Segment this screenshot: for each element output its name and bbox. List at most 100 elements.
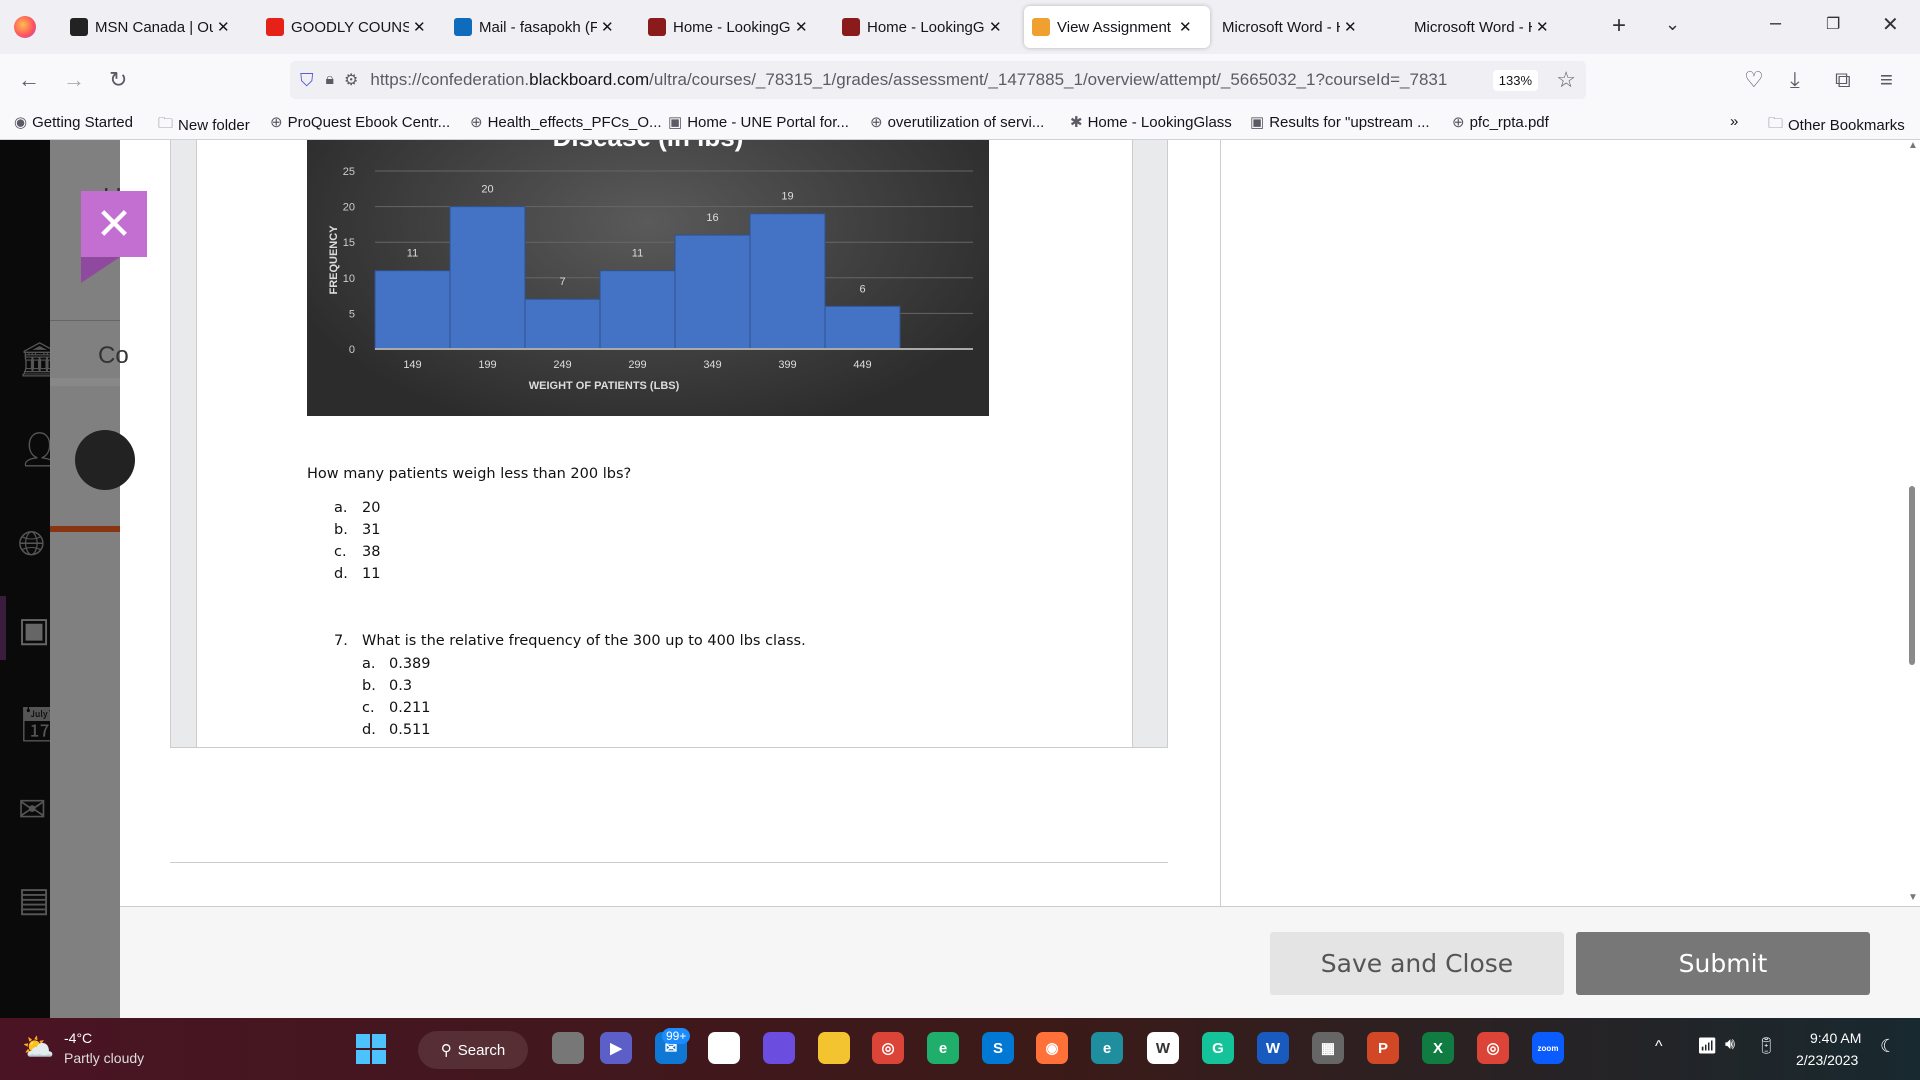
more-bookmarks-chevron-icon[interactable]: »: [1730, 113, 1738, 130]
extensions-icon[interactable]: ⧉: [1835, 67, 1851, 93]
tab-1[interactable]: MSN Canada | Out ✕: [62, 6, 250, 48]
tab-close-icon[interactable]: ✕: [217, 18, 230, 36]
bookmark-item[interactable]: 🗀 New folder: [158, 113, 250, 138]
tab-close-icon[interactable]: ✕: [1344, 18, 1357, 36]
pocket-icon[interactable]: ♡: [1744, 67, 1764, 93]
url-text[interactable]: https://confederation.blackboard.com/ult…: [370, 70, 1447, 90]
chrome-icon[interactable]: ◎: [872, 1032, 904, 1064]
bookmark-item[interactable]: ◉ Getting Started: [14, 113, 133, 132]
option-value: 31: [362, 522, 381, 538]
close-panel-button[interactable]: ✕: [81, 191, 147, 257]
bookmark-item[interactable]: ⊕ ProQuest Ebook Centr...: [270, 113, 450, 132]
wifi-icon[interactable]: 📶︎: [1697, 1036, 1717, 1056]
clock-time[interactable]: 9:40 AM: [1810, 1030, 1861, 1046]
w-app-icon[interactable]: W: [1147, 1032, 1179, 1064]
submit-button[interactable]: Submit: [1576, 932, 1870, 995]
calculator-icon[interactable]: ▦: [1312, 1032, 1344, 1064]
notifications-moon-icon[interactable]: ☾: [1880, 1036, 1896, 1057]
option-letter: b.: [334, 522, 348, 538]
grades-icon[interactable]: ▤: [18, 880, 50, 920]
menu-icon[interactable]: ≡: [1880, 67, 1893, 93]
copilot-icon[interactable]: [763, 1032, 795, 1064]
volume-icon[interactable]: 🔊︎: [1725, 1036, 1735, 1054]
tab-title: MSN Canada | Out: [95, 18, 213, 36]
tab-close-icon[interactable]: ✕: [989, 18, 1002, 36]
word-icon[interactable]: W: [1257, 1032, 1289, 1064]
bookmark-item[interactable]: ⊕ pfc_rpta.pdf: [1452, 113, 1549, 132]
tab-close-icon[interactable]: ✕: [795, 18, 808, 36]
calendar-icon[interactable]: 📅︎: [18, 705, 50, 745]
firefox-icon[interactable]: [14, 16, 36, 38]
forward-icon[interactable]: →: [63, 67, 85, 93]
save-and-close-button[interactable]: Save and Close: [1270, 932, 1564, 995]
tab-5[interactable]: Home - LookingGl ✕: [834, 6, 1022, 48]
store-icon[interactable]: [708, 1032, 740, 1064]
edge-profile-icon[interactable]: e: [1091, 1032, 1123, 1064]
permissions-icon[interactable]: ⚙: [344, 70, 358, 90]
scroll-down-arrow-icon[interactable]: ▼: [1908, 892, 1918, 903]
edge-icon[interactable]: e: [927, 1032, 959, 1064]
bookmark-icon: ▣: [668, 114, 683, 131]
tab-close-icon[interactable]: ✕: [413, 18, 426, 36]
tab-close-icon[interactable]: ✕: [1179, 18, 1192, 36]
profile-icon[interactable]: 👤︎: [18, 430, 50, 470]
file-explorer-icon[interactable]: [818, 1032, 850, 1064]
tab-close-icon[interactable]: ✕: [601, 18, 614, 36]
reload-icon[interactable]: ↻: [109, 67, 127, 93]
lock-icon[interactable]: 🔒︎: [326, 71, 335, 89]
shield-icon[interactable]: ⛉: [300, 70, 314, 91]
start-button[interactable]: [356, 1034, 386, 1064]
zoom-icon[interactable]: zoom: [1532, 1032, 1564, 1064]
tab-4[interactable]: Home - LookingGl ✕: [640, 6, 828, 48]
chrome-icon[interactable]: ◎: [1477, 1032, 1509, 1064]
weather-icon[interactable]: ⛅: [22, 1032, 54, 1063]
firefox-icon[interactable]: ◉: [1036, 1032, 1068, 1064]
tab-favicon-icon: [1032, 18, 1050, 36]
tab-7[interactable]: Microsoft Word - HI20✕: [1214, 6, 1402, 48]
bookmark-item[interactable]: ⊕ overutilization of servi...: [870, 113, 1044, 132]
powerpoint-icon[interactable]: P: [1367, 1032, 1399, 1064]
tray-chevron-icon[interactable]: ^: [1655, 1038, 1663, 1056]
minimize-button[interactable]: –: [1770, 12, 1781, 35]
weather-desc[interactable]: Partly cloudy: [64, 1050, 144, 1066]
bookmark-item[interactable]: ▣ Results for "upstream ...: [1250, 113, 1430, 132]
tab-8[interactable]: Microsoft Word - HI20✕: [1406, 6, 1594, 48]
bookmark-item[interactable]: ⊕ Health_effects_PFCs_O...: [470, 113, 662, 132]
scroll-up-arrow-icon[interactable]: ▲: [1908, 140, 1918, 151]
new-tab-button[interactable]: +: [1612, 12, 1626, 40]
download-icon[interactable]: ⤓: [1790, 67, 1800, 93]
tab-list-chevron-icon[interactable]: ⌄: [1665, 14, 1680, 35]
bookmark-item[interactable]: ✱ Home - LookingGlass: [1070, 113, 1232, 132]
bar: [674, 234, 751, 350]
other-bookmarks[interactable]: 🗀 Other Bookmarks: [1768, 113, 1905, 138]
clock-date[interactable]: 2/23/2023: [1796, 1052, 1858, 1068]
close-window-button[interactable]: ✕: [1882, 12, 1899, 37]
zoom-level[interactable]: 133%: [1492, 69, 1538, 91]
bookmark-item[interactable]: ▣ Home - UNE Portal for...: [668, 113, 849, 132]
restore-button[interactable]: ❐: [1826, 14, 1840, 34]
messages-icon[interactable]: ✉: [18, 790, 50, 830]
teams-icon[interactable]: ▶: [600, 1032, 632, 1064]
data-label: 19: [781, 191, 793, 203]
url-bar[interactable]: ⛉ 🔒︎ ⚙ https://confederation.blackboard.…: [290, 61, 1586, 99]
weather-temp[interactable]: -4°C: [64, 1030, 92, 1046]
courses-icon[interactable]: ▣: [18, 610, 50, 650]
course-title-partial[interactable]: Co: [98, 342, 129, 370]
scrollbar-thumb[interactable]: [1909, 486, 1915, 665]
back-icon[interactable]: ←: [18, 67, 40, 93]
globe-icon[interactable]: 🌐︎: [18, 525, 50, 565]
tab-2[interactable]: GOODLY COUNSEL✕: [258, 6, 446, 48]
grammarly-icon[interactable]: G: [1202, 1032, 1234, 1064]
excel-icon[interactable]: X: [1422, 1032, 1454, 1064]
data-label: 16: [706, 212, 718, 224]
task-view-icon[interactable]: [552, 1032, 584, 1064]
taskbar-search[interactable]: ⚲ Search: [418, 1031, 528, 1069]
tab-3[interactable]: Mail - fasapokh (F ✕: [446, 6, 634, 48]
tab-close-icon[interactable]: ✕: [1536, 18, 1549, 36]
question-6-text: How many patients weigh less than 200 lb…: [307, 466, 632, 482]
skype-icon[interactable]: S: [982, 1032, 1014, 1064]
bookmark-star-icon[interactable]: ☆: [1556, 67, 1576, 93]
institution-icon[interactable]: 🏛︎: [18, 340, 50, 380]
tab-6[interactable]: View Assignment ✕: [1024, 6, 1210, 48]
battery-icon[interactable]: 🔋︎: [1756, 1036, 1776, 1056]
